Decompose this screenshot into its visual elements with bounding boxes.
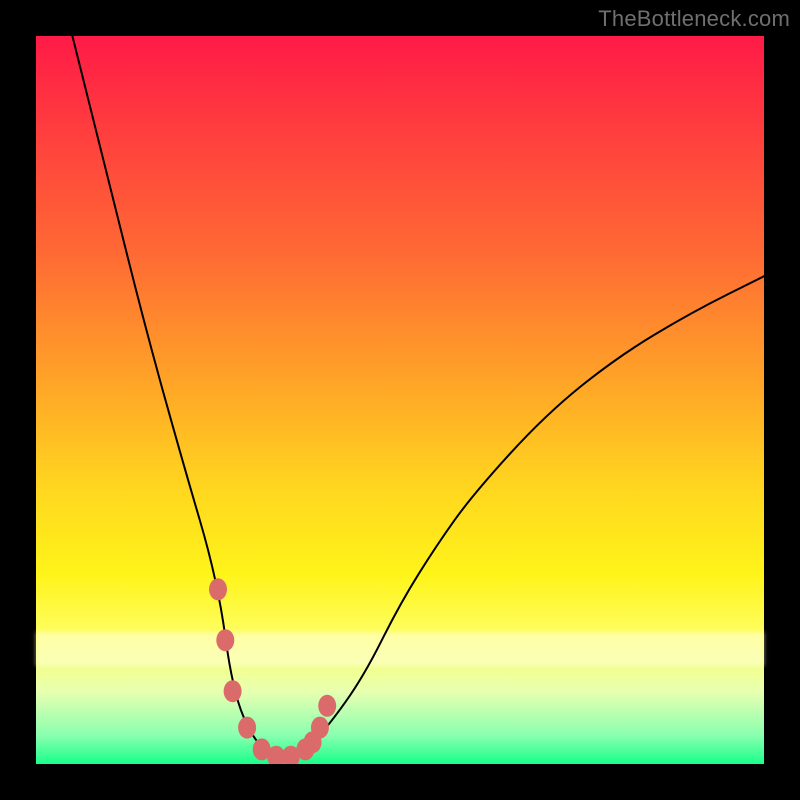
marker-point xyxy=(224,680,242,702)
watermark-text: TheBottleneck.com xyxy=(598,6,790,32)
marker-point xyxy=(267,746,285,764)
marker-point xyxy=(238,717,256,739)
plot-area xyxy=(36,36,764,764)
marker-point xyxy=(311,717,329,739)
marker-point xyxy=(296,738,314,760)
marker-group xyxy=(209,578,336,764)
marker-point xyxy=(209,578,227,600)
highlight-band xyxy=(36,632,764,666)
marker-point xyxy=(318,695,336,717)
marker-point xyxy=(282,746,300,764)
chart-frame: TheBottleneck.com xyxy=(0,0,800,800)
marker-point xyxy=(304,731,322,753)
marker-point xyxy=(253,738,271,760)
